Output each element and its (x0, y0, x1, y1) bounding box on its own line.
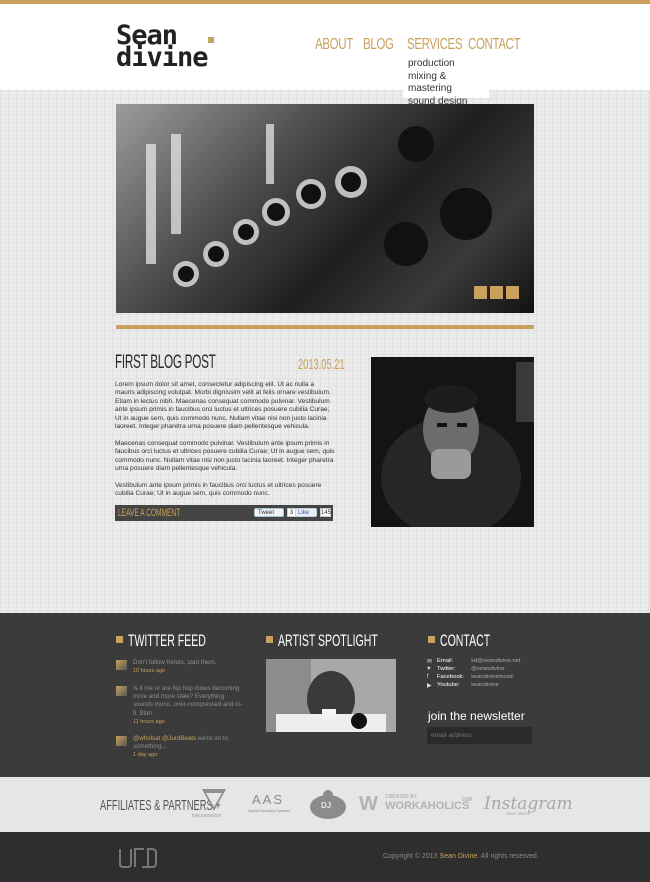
dj-badge-text: DJ (321, 801, 332, 810)
aas-subtext: Applied Acoustics Systems (248, 809, 290, 813)
portrait-photo (371, 357, 534, 527)
contact-heading-marker (428, 636, 435, 643)
instagram-subtext: Sean Divine (506, 811, 531, 816)
instagram-logo[interactable]: Instagram Sean Divine (484, 794, 573, 816)
footer-logo-icon[interactable] (118, 847, 158, 869)
nav-about[interactable]: ABOUT (315, 36, 353, 54)
workaholics-text: WORKAHOLICS (385, 800, 470, 812)
contact-label: Facebook: (437, 674, 465, 680)
logo-line-2: divine (116, 42, 209, 73)
twitter-icon: ♥ (427, 666, 431, 672)
post-actions-bar: LEAVE A COMMENT Tweet 3 Like 145 (115, 505, 333, 521)
dj-badge-logo[interactable]: DJ (308, 789, 348, 826)
contact-title: CONTACT (440, 631, 491, 650)
like-count: 145 (320, 508, 332, 517)
spotlight-image[interactable] (266, 659, 396, 732)
contact-value: seandivinemusic (471, 674, 514, 680)
tweet-time: 11 hours ago (133, 718, 165, 725)
tweet-avatar (116, 686, 127, 696)
leave-comment-link[interactable]: LEAVE A COMMENT (118, 507, 180, 519)
synth-photo (146, 124, 492, 287)
post-paragraph-3: Vestibulum ante ipsum primis in faucibus… (115, 482, 322, 498)
twitter-feed-title: TWITTER FEED (128, 631, 206, 650)
slider-dot-2[interactable] (490, 286, 503, 299)
site-logo[interactable]: Sean divine (116, 22, 220, 73)
copyright-name[interactable]: Sean Divine (440, 853, 478, 860)
submenu-item-mixing[interactable]: mixing & mastering (403, 71, 489, 96)
nav-blog[interactable]: BLOG (363, 36, 394, 54)
spotlight-photo (266, 659, 396, 732)
contact-value: sd@seandivine.net (471, 658, 521, 664)
twitter-heading-marker (116, 636, 123, 643)
youtube-icon: ▶ (427, 683, 432, 689)
contact-label: Email: (437, 658, 454, 664)
tweet-time: 10 hours ago (133, 668, 166, 675)
tweet-mentions[interactable]: @wholsat @JurdBeats (133, 735, 196, 742)
facebook-like-button[interactable]: Like (295, 508, 317, 517)
bottom-bar (0, 832, 650, 882)
copyright-suffix: . All rights reserved. (477, 853, 539, 860)
lyricanmotion-logo[interactable]: lyricanmotion (192, 787, 240, 824)
artist-portrait (371, 357, 534, 527)
contact-facebook[interactable]: f Facebook: seandivinemusic (427, 674, 547, 682)
newsletter-email-input[interactable] (427, 727, 532, 744)
slider-dot-3[interactable] (506, 286, 519, 299)
contact-value: @seandivine (471, 666, 505, 672)
tweet-button[interactable]: Tweet (254, 508, 284, 517)
post-body: Lorem ipsum dolor sit amet, consectetur … (115, 381, 335, 507)
copyright-prefix: Copyright © 2013 (383, 853, 440, 860)
contact-twitter[interactable]: ♥ Twitter: @seandivine (427, 666, 547, 674)
newsletter-title: join the newsletter (428, 709, 525, 723)
nav-contact[interactable]: CONTACT (468, 36, 521, 54)
contact-value: seandivine (471, 682, 499, 688)
lyricanmotion-text: lyricanmotion (192, 813, 222, 819)
submenu-item-production[interactable]: production (403, 58, 489, 71)
post-date: 2013.05.21 (298, 356, 345, 373)
hero-slider[interactable] (116, 104, 534, 313)
services-submenu: production mixing & mastering sound desi… (403, 58, 489, 107)
tweet-time: 1 day ago (133, 752, 158, 759)
spotlight-heading-marker (266, 636, 273, 643)
contact-label: Twitter: (437, 666, 456, 672)
slider-dot-1[interactable] (474, 286, 487, 299)
tweet-avatar (116, 660, 127, 670)
workaholics-w-icon: W (359, 793, 378, 815)
artist-spotlight-title: ARTIST SPOTLIGHT (278, 631, 378, 650)
nav-services[interactable]: SERVICES (407, 36, 463, 54)
facebook-icon: f (427, 674, 429, 680)
logo-dot (208, 37, 214, 43)
contact-label: Youtube: (437, 682, 460, 688)
post-paragraph-1: Lorem ipsum dolor sit amet, consectetur … (115, 381, 331, 431)
post-paragraph-2: Maecenas consequat commodo pulvinar. Ves… (115, 439, 335, 473)
workaholics-sup-text: DSR (462, 797, 473, 803)
aas-text: AAS (252, 792, 285, 807)
mail-icon: ✉ (427, 659, 433, 665)
copyright: Copyright © 2013 Sean Divine. All rights… (383, 853, 539, 860)
tweet-avatar (116, 736, 127, 746)
section-divider (116, 325, 534, 329)
tweet-text: Don't follow trends, start them. (133, 659, 217, 666)
contact-email[interactable]: ✉ Email: sd@seandivine.net (427, 658, 547, 666)
aas-logo[interactable]: AAS Applied Acoustics Systems (248, 792, 290, 813)
post-title[interactable]: FIRST BLOG POST (115, 352, 216, 374)
tweet-text: Is it me or are hip hop mixes becoming m… (133, 685, 243, 717)
contact-youtube[interactable]: ▶ Youtube: seandivine (427, 682, 547, 690)
